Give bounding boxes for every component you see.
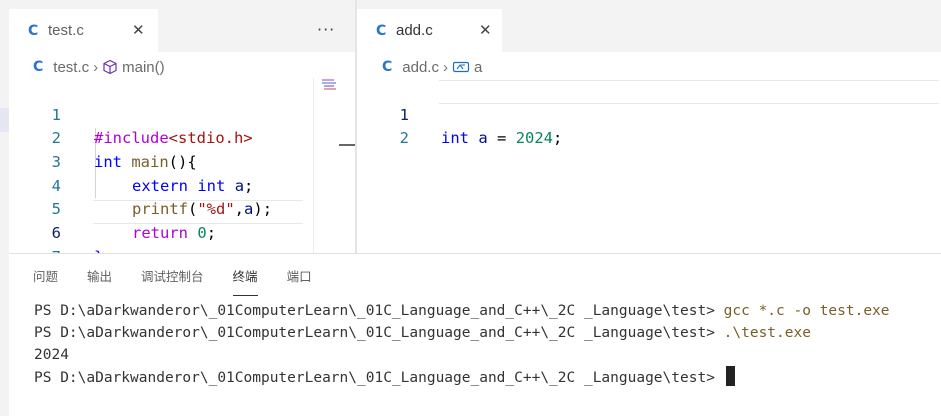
minimap-line	[322, 79, 334, 81]
terminal-prompt: PS D:\aDarkwanderor\_01ComputerLearn\_01…	[34, 325, 724, 341]
method-cube-icon	[102, 59, 118, 75]
code-line: 2	[357, 104, 937, 147]
code-line: 1 #include<stdio.h>	[9, 80, 309, 148]
minimap[interactable]	[313, 78, 344, 253]
c-file-icon: C	[33, 59, 44, 75]
breadcrumb-file[interactable]: test.c	[53, 59, 89, 76]
terminal-prompt: PS D:\aDarkwanderor\_01ComputerLearn\_01…	[34, 303, 724, 319]
operator: =	[487, 129, 516, 148]
terminal-command: gcc *.c -o test.exe	[723, 303, 890, 319]
tab-problems[interactable]: 问题	[33, 266, 58, 290]
tab-ports[interactable]: 端口	[287, 266, 312, 290]
editor-group-left: C test.c ✕ ··· C test.c › main() 1 #incl…	[9, 0, 355, 266]
code-line: 1 int a = 2024;	[357, 80, 937, 148]
tab-label: add.c	[396, 22, 433, 39]
activity-strip	[0, 0, 9, 416]
activity-indicator	[0, 108, 9, 132]
code-line: 7	[9, 222, 309, 266]
close-icon[interactable]: ✕	[479, 21, 492, 39]
bottom-panel: 问题 输出 调试控制台 终端 端口 PS D:\aDarkwanderor\_0…	[9, 253, 941, 417]
editor-group-right: C add.c ✕ C add.c › a 1 int a = 2024; 2	[357, 0, 941, 253]
number-literal: 2024	[515, 129, 554, 148]
overview-ruler-mark	[339, 144, 355, 146]
c-file-icon: C	[376, 22, 387, 39]
line-number: 2	[399, 129, 409, 148]
tab-terminal[interactable]: 终端	[232, 266, 258, 296]
minimap-line	[324, 88, 336, 90]
tab-debug-console[interactable]: 调试控制台	[141, 266, 204, 290]
minimap-line	[322, 82, 336, 84]
breadcrumb: C test.c › main()	[33, 56, 165, 78]
code-line: 4 printf("%d",a);	[9, 151, 309, 219]
close-icon[interactable]: ✕	[132, 21, 145, 39]
tab-bar: C add.c ✕	[357, 0, 941, 52]
tab-bar: C test.c ✕ ···	[9, 0, 355, 52]
terminal-cursor	[725, 366, 735, 386]
variable: a	[478, 129, 488, 148]
breadcrumb: C add.c › a	[382, 56, 482, 78]
terminal-line: PS D:\aDarkwanderor\_01ComputerLearn\_01…	[34, 300, 890, 322]
code-line: 6 }	[9, 198, 309, 266]
minimap-line	[324, 85, 334, 87]
more-actions-icon[interactable]: ···	[317, 20, 335, 39]
terminal-output: 2024	[34, 347, 69, 363]
breadcrumb-file[interactable]: add.c	[402, 59, 439, 76]
chevron-right-icon: ›	[93, 58, 99, 76]
code-line: 5 return 0;	[9, 175, 309, 242]
tab-test-c[interactable]: C test.c ✕	[9, 9, 158, 52]
type-keyword: int	[441, 129, 469, 148]
tab-label: test.c	[48, 22, 84, 39]
code-line: 2 int main(){	[9, 104, 309, 171]
terminal-line: PS D:\aDarkwanderor\_01ComputerLearn\_01…	[34, 366, 890, 388]
terminal-command: .\test.exe	[723, 325, 811, 341]
c-file-icon: C	[382, 59, 393, 75]
variable-symbol-icon	[452, 60, 470, 74]
tab-output[interactable]: 输出	[87, 266, 112, 290]
code-editor[interactable]: 1 #include<stdio.h> 2 int main(){ 3 exte…	[9, 80, 309, 266]
punctuation: ;	[553, 129, 563, 148]
code-line: 3 extern int a;	[9, 127, 309, 195]
panel-tabs: 问题 输出 调试控制台 终端 端口	[9, 266, 312, 296]
terminal-line: PS D:\aDarkwanderor\_01ComputerLearn\_01…	[34, 322, 890, 344]
terminal[interactable]: PS D:\aDarkwanderor\_01ComputerLearn\_01…	[34, 300, 890, 388]
chevron-right-icon: ›	[442, 58, 448, 76]
breadcrumb-symbol[interactable]: main()	[122, 59, 165, 76]
breadcrumb-symbol[interactable]: a	[474, 59, 482, 76]
code-editor[interactable]: 1 int a = 2024; 2	[357, 80, 937, 148]
c-file-icon: C	[28, 22, 39, 39]
terminal-prompt: PS D:\aDarkwanderor\_01ComputerLearn\_01…	[34, 370, 724, 386]
tab-add-c[interactable]: C add.c ✕	[357, 9, 502, 52]
